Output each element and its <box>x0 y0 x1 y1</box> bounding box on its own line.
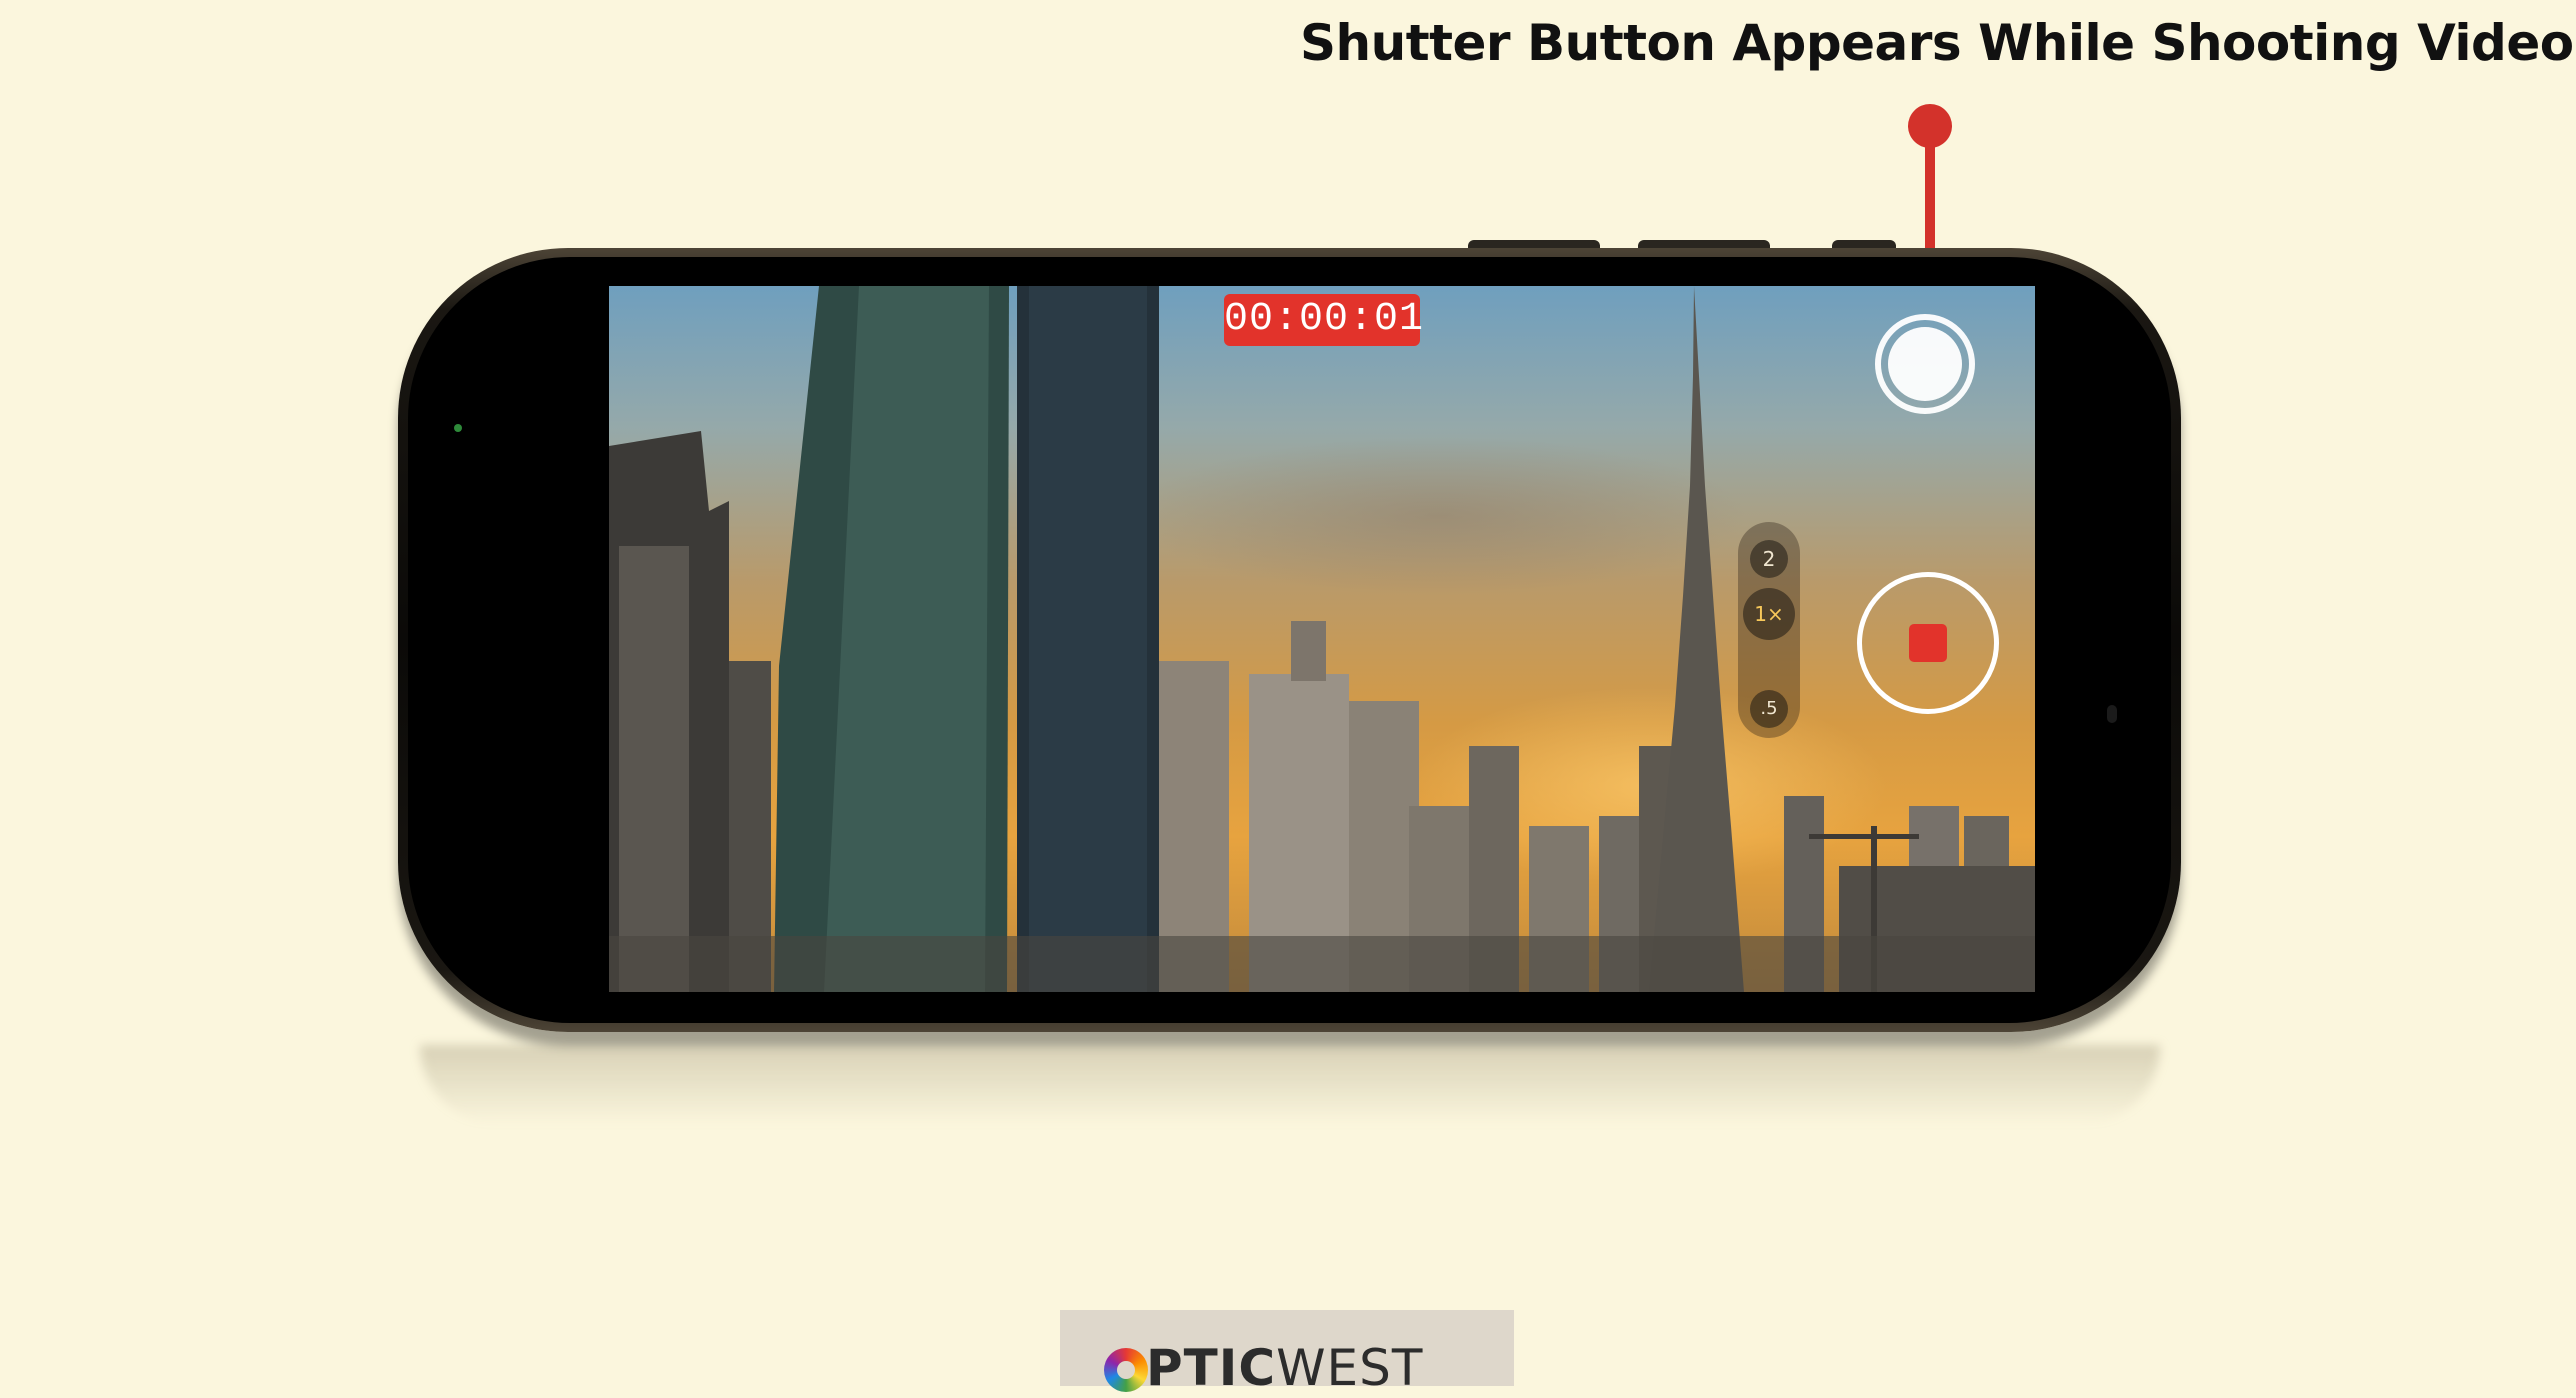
logo-text: PTICWEST <box>1146 1338 1423 1398</box>
logo-text-bold: PTIC <box>1146 1339 1277 1397</box>
annotation-caption: Shutter Button Appears While Shooting Vi… <box>1300 14 2574 72</box>
phone-sensor <box>2107 705 2117 723</box>
phone-reflection <box>420 1045 2160 1125</box>
stop-icon <box>1909 624 1947 662</box>
zoom-2x-button[interactable]: 2 <box>1750 540 1788 578</box>
camera-indicator-dot <box>454 424 462 432</box>
logo-text-light: WEST <box>1276 1339 1424 1397</box>
photo-shutter-button[interactable] <box>1875 314 1975 414</box>
camera-viewfinder: 00:00:01 2 1× .5 <box>609 286 2035 992</box>
zoom-05x-button[interactable]: .5 <box>1750 690 1788 728</box>
brand-logo: PTICWEST <box>1060 1310 1514 1397</box>
recording-timer: 00:00:01 <box>1224 294 1423 346</box>
zoom-1x-button[interactable]: 1× <box>1743 588 1795 640</box>
record-stop-button[interactable] <box>1857 572 1999 714</box>
city-skyline-image <box>609 286 2035 992</box>
aperture-logo-icon <box>1104 1348 1148 1392</box>
